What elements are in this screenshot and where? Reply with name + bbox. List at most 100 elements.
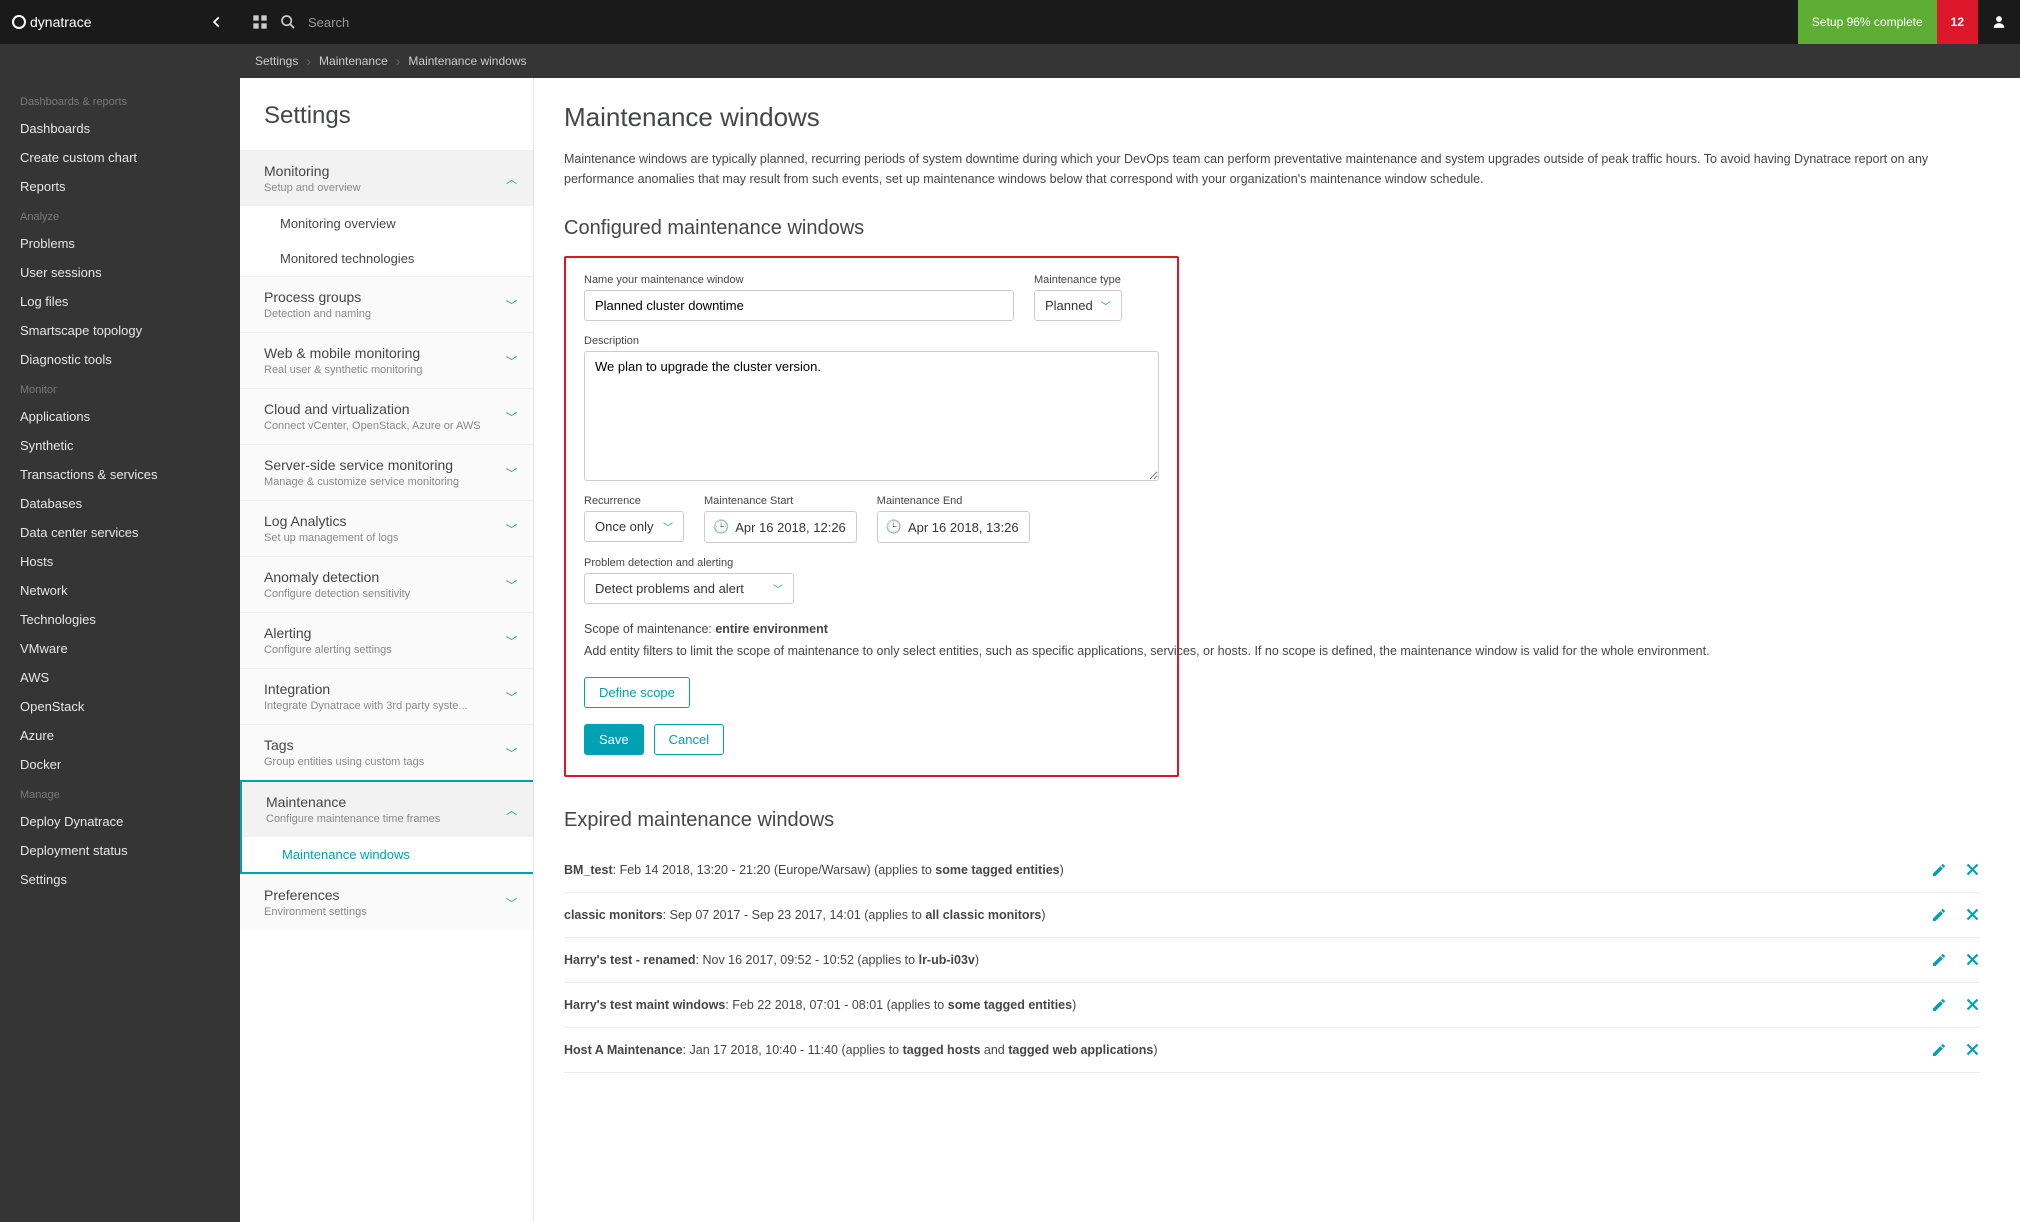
settings-item-maintenance[interactable]: Maintenance Configure maintenance time f… — [240, 780, 533, 837]
brand-text: dynatrace — [30, 14, 91, 30]
brand-logo[interactable]: dynatrace — [0, 14, 91, 30]
delete-icon[interactable] — [1965, 1042, 1980, 1058]
notification-count[interactable]: 12 — [1937, 0, 1978, 44]
setup-status[interactable]: Setup 96% complete — [1798, 0, 1937, 44]
desc-textarea[interactable] — [584, 351, 1159, 481]
breadcrumb-item[interactable]: Maintenance windows — [408, 54, 526, 68]
configured-heading: Configured maintenance windows — [564, 217, 1980, 240]
settings-sub-monitoring-overview[interactable]: Monitoring overview — [240, 206, 533, 241]
desc-label: Description — [584, 335, 1159, 347]
nav-item-smartscape[interactable]: Smartscape topology — [0, 316, 240, 345]
end-datetime[interactable]: 🕒 Apr 16 2018, 13:26 — [877, 511, 1030, 543]
settings-item-preferences[interactable]: Preferences Environment settings ﹀ — [240, 874, 533, 930]
delete-icon[interactable] — [1965, 862, 1980, 878]
delete-icon[interactable] — [1965, 952, 1980, 968]
nav-item-user-sessions[interactable]: User sessions — [0, 258, 240, 287]
recurrence-select[interactable]: Once only ﹀ — [584, 511, 684, 542]
settings-item-process-groups[interactable]: Process groups Detection and naming ﹀ — [240, 276, 533, 332]
settings-item-web-mobile[interactable]: Web & mobile monitoring Real user & synt… — [240, 332, 533, 388]
edit-icon[interactable] — [1931, 907, 1947, 923]
chevron-up-icon: ︿ — [506, 802, 517, 818]
nav-item-diagnostic[interactable]: Diagnostic tools — [0, 345, 240, 374]
start-label: Maintenance Start — [704, 495, 857, 507]
nav-item-deploy[interactable]: Deploy Dynatrace — [0, 807, 240, 836]
breadcrumb-item[interactable]: Settings — [255, 54, 298, 68]
chevron-down-icon: ﹀ — [663, 519, 673, 534]
nav-item-openstack[interactable]: OpenStack — [0, 692, 240, 721]
settings-item-title: Anomaly detection — [264, 569, 517, 585]
edit-icon[interactable] — [1931, 952, 1947, 968]
search-icon[interactable] — [280, 14, 296, 30]
expired-row: Host A Maintenance: Jan 17 2018, 10:40 -… — [564, 1028, 1980, 1073]
settings-item-title: Maintenance — [266, 794, 517, 810]
expired-row: Harry's test - renamed: Nov 16 2017, 09:… — [564, 938, 1980, 983]
delete-icon[interactable] — [1965, 997, 1980, 1013]
type-select[interactable]: Planned ﹀ — [1034, 290, 1122, 321]
clock-icon: 🕒 — [886, 519, 902, 535]
settings-item-integration[interactable]: Integration Integrate Dynatrace with 3rd… — [240, 668, 533, 724]
edit-icon[interactable] — [1931, 1042, 1947, 1058]
nav-item-vmware[interactable]: VMware — [0, 634, 240, 663]
detection-label: Problem detection and alerting — [584, 557, 1159, 569]
nav-item-docker[interactable]: Docker — [0, 750, 240, 779]
settings-sub-monitored-tech[interactable]: Monitored technologies — [240, 241, 533, 276]
chevron-right-icon: › — [396, 53, 401, 69]
settings-item-tags[interactable]: Tags Group entities using custom tags ﹀ — [240, 724, 533, 780]
settings-item-cloud[interactable]: Cloud and virtualization Connect vCenter… — [240, 388, 533, 444]
define-scope-button[interactable]: Define scope — [584, 677, 690, 708]
nav-item-synthetic[interactable]: Synthetic — [0, 431, 240, 460]
nav-item-databases[interactable]: Databases — [0, 489, 240, 518]
settings-sub-maintenance-windows[interactable]: Maintenance windows — [242, 837, 533, 872]
nav-item-reports[interactable]: Reports — [0, 172, 240, 201]
nav-item-log-files[interactable]: Log files — [0, 287, 240, 316]
detection-value: Detect problems and alert — [595, 581, 744, 596]
nav-section-label: Analyze — [0, 201, 240, 229]
intro-text: Maintenance windows are typically planne… — [564, 149, 1980, 189]
nav-item-network[interactable]: Network — [0, 576, 240, 605]
breadcrumb-item[interactable]: Maintenance — [319, 54, 388, 68]
nav-item-technologies[interactable]: Technologies — [0, 605, 240, 634]
settings-item-sub: Real user & synthetic monitoring — [264, 364, 517, 376]
detection-select[interactable]: Detect problems and alert ﹀ — [584, 573, 794, 604]
settings-item-log-analytics[interactable]: Log Analytics Set up management of logs … — [240, 500, 533, 556]
delete-icon[interactable] — [1965, 907, 1980, 923]
chevron-down-icon: ﹀ — [506, 689, 517, 705]
dashboard-icon[interactable] — [252, 14, 268, 30]
start-datetime[interactable]: 🕒 Apr 16 2018, 12:26 — [704, 511, 857, 543]
nav-item-problems[interactable]: Problems — [0, 229, 240, 258]
search-input[interactable]: Search — [308, 15, 349, 30]
settings-item-alerting[interactable]: Alerting Configure alerting settings ﹀ — [240, 612, 533, 668]
edit-icon[interactable] — [1931, 997, 1947, 1013]
edit-icon[interactable] — [1931, 862, 1947, 878]
nav-item-dashboards[interactable]: Dashboards — [0, 114, 240, 143]
settings-item-monitoring[interactable]: Monitoring Setup and overview ︿ — [240, 150, 533, 206]
nav-item-deployment-status[interactable]: Deployment status — [0, 836, 240, 865]
nav-item-azure[interactable]: Azure — [0, 721, 240, 750]
expired-text: Host A Maintenance: Jan 17 2018, 10:40 -… — [564, 1043, 1931, 1057]
settings-item-sub: Set up management of logs — [264, 532, 517, 544]
nav-item-dcs[interactable]: Data center services — [0, 518, 240, 547]
nav-item-hosts[interactable]: Hosts — [0, 547, 240, 576]
back-button[interactable] — [202, 7, 232, 37]
settings-item-anomaly[interactable]: Anomaly detection Configure detection se… — [240, 556, 533, 612]
nav-item-create-chart[interactable]: Create custom chart — [0, 143, 240, 172]
nav-item-settings[interactable]: Settings — [0, 865, 240, 894]
topbar: dynatrace Search Setup 96% complete 12 — [0, 0, 2020, 44]
settings-item-title: Tags — [264, 737, 517, 753]
settings-item-server-side[interactable]: Server-side service monitoring Manage & … — [240, 444, 533, 500]
breadcrumb: Settings › Maintenance › Maintenance win… — [0, 44, 2020, 78]
nav-item-applications[interactable]: Applications — [0, 402, 240, 431]
chevron-down-icon: ﹀ — [506, 895, 517, 911]
settings-item-title: Preferences — [264, 887, 517, 903]
cancel-button[interactable]: Cancel — [654, 724, 724, 755]
nav-item-aws[interactable]: AWS — [0, 663, 240, 692]
expired-text: BM_test: Feb 14 2018, 13:20 - 21:20 (Eur… — [564, 863, 1931, 877]
save-button[interactable]: Save — [584, 724, 644, 755]
nav-item-transactions[interactable]: Transactions & services — [0, 460, 240, 489]
end-value: Apr 16 2018, 13:26 — [908, 520, 1019, 535]
chevron-down-icon: ﹀ — [773, 581, 783, 596]
nav-section-label: Manage — [0, 779, 240, 807]
user-menu-icon[interactable] — [1978, 0, 2020, 44]
logo-icon — [12, 15, 26, 29]
name-input[interactable] — [584, 290, 1014, 321]
